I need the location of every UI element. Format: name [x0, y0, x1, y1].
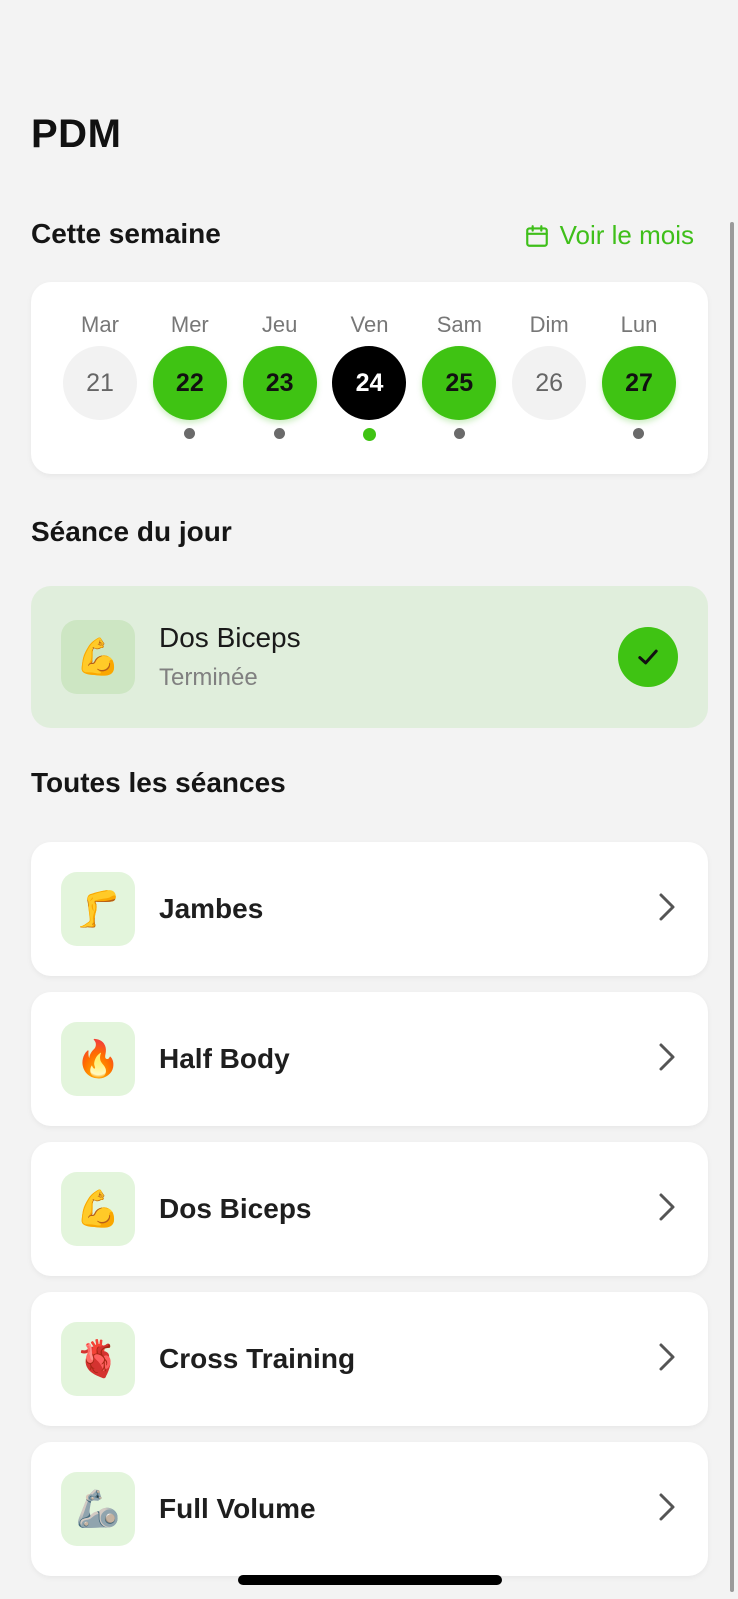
day-indicator-dot: [453, 428, 465, 439]
calendar-icon: [525, 224, 548, 247]
leg-icon: 🦵: [61, 872, 135, 946]
all-sessions-title: Toutes les séances: [31, 767, 286, 798]
day-indicator-dot: [95, 428, 106, 439]
session-name: Cross Training: [159, 1343, 356, 1374]
page-title: PDM: [31, 112, 122, 156]
session-item-jambes[interactable]: 🦵 Jambes: [31, 842, 708, 976]
home-indicator[interactable]: [238, 1575, 502, 1585]
day-name: Mar: [81, 312, 119, 337]
session-name: Jambes: [159, 893, 264, 924]
scrollbar[interactable]: [730, 222, 734, 1592]
session-name: Half Body: [159, 1043, 290, 1074]
day-number: 21: [63, 346, 137, 420]
today-section-title: Séance du jour: [31, 516, 232, 547]
heart-icon: 🫀: [61, 1322, 135, 1396]
day-item[interactable]: Sam 25: [421, 282, 497, 474]
day-name: Jeu: [261, 312, 298, 337]
session-item-full-volume[interactable]: 🦾 Full Volume: [31, 1442, 708, 1576]
day-name: Dim: [529, 312, 569, 337]
flexed-biceps-icon: 💪: [61, 620, 135, 694]
session-name: Full Volume: [159, 1493, 316, 1524]
day-number: 25: [422, 346, 497, 420]
day-number: 24: [332, 346, 407, 420]
day-indicator-dot: [633, 428, 645, 439]
day-item[interactable]: Dim 26: [511, 282, 587, 474]
flexed-biceps-icon: 💪: [61, 1172, 135, 1246]
day-indicator-dot: [184, 428, 196, 439]
see-month-link[interactable]: Voir le mois: [524, 220, 694, 251]
day-number: 23: [242, 346, 317, 420]
day-item-today[interactable]: Ven 24: [331, 282, 407, 474]
day-number: 27: [601, 346, 676, 420]
today-session-status: Terminée: [159, 664, 258, 691]
day-name: Mer: [170, 312, 209, 337]
session-name: Dos Biceps: [159, 1193, 312, 1224]
today-session-name: Dos Biceps: [159, 622, 301, 653]
day-name: Lun: [620, 312, 658, 337]
today-session-card[interactable]: 💪 Dos Biceps Terminée: [31, 586, 708, 728]
fire-icon: 🔥: [61, 1022, 135, 1096]
chevron-right-icon: [656, 1492, 678, 1527]
day-item[interactable]: Mer 22: [152, 282, 228, 474]
chevron-right-icon: [656, 1342, 678, 1377]
day-item[interactable]: Mar 21: [62, 282, 138, 474]
session-item-dos-biceps[interactable]: 💪 Dos Biceps: [31, 1142, 708, 1276]
week-section-title: Cette semaine: [31, 218, 221, 249]
session-item-cross-training[interactable]: 🫀 Cross Training: [31, 1292, 708, 1426]
day-indicator-dot: [544, 428, 555, 439]
day-number: 22: [152, 346, 227, 420]
day-name: Sam: [436, 312, 482, 337]
day-indicator-dot: [274, 428, 286, 439]
mechanical-arm-icon: 🦾: [61, 1472, 135, 1546]
day-name: Ven: [350, 312, 389, 337]
day-item[interactable]: Lun 27: [601, 282, 677, 474]
day-item[interactable]: Jeu 23: [242, 282, 318, 474]
week-calendar: Mar 21 Mer 22 Jeu 23 Ven 24 Sam 25 Dim 2…: [31, 282, 708, 474]
day-number: 26: [512, 346, 587, 420]
completed-check-icon: [618, 627, 678, 687]
chevron-right-icon: [656, 1042, 678, 1077]
chevron-right-icon: [656, 892, 678, 927]
session-item-half-body[interactable]: 🔥 Half Body: [31, 992, 708, 1126]
day-indicator-dot: [362, 428, 376, 441]
chevron-right-icon: [656, 1192, 678, 1227]
see-month-label: Voir le mois: [559, 220, 694, 250]
home-screen: PDM Cette semaine Voir le mois Mar 21 Me…: [0, 0, 738, 1599]
